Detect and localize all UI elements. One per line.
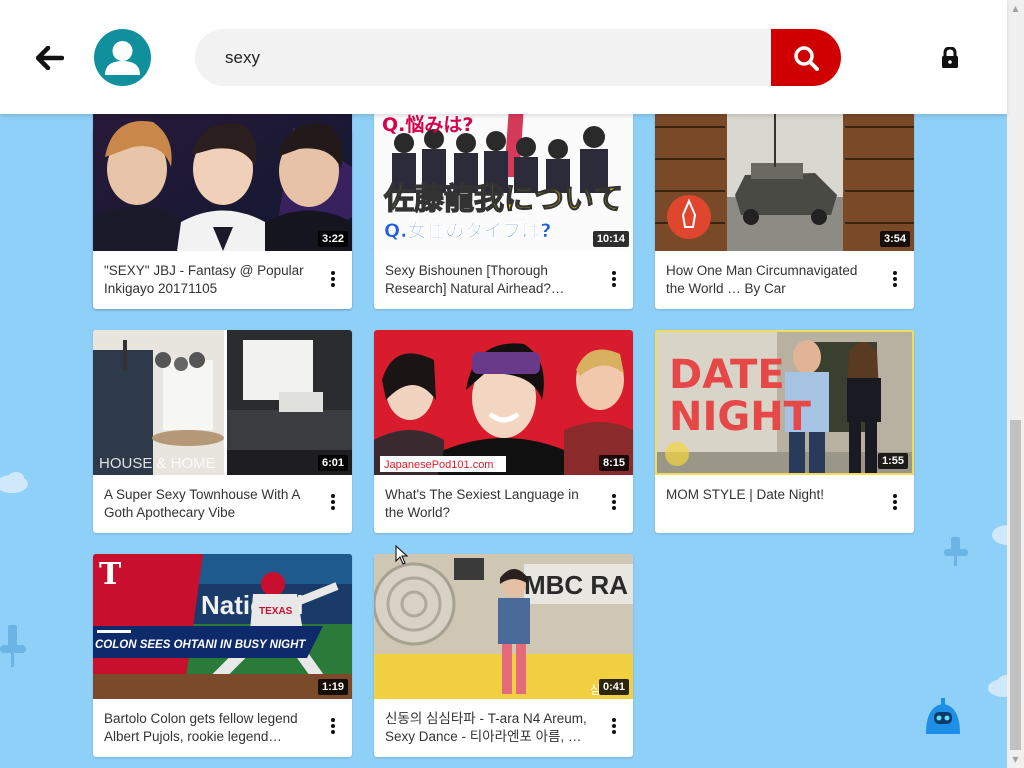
video-card[interactable]: HOUSE & HOME 6:01 A Super Sexy Townhouse…: [93, 330, 352, 533]
video-duration: 6:01: [317, 455, 348, 471]
video-thumbnail[interactable]: National T TEXAS COLON SEES OHTANI IN BU…: [93, 554, 352, 699]
top-bar: [0, 0, 1007, 114]
more-options-button[interactable]: [606, 714, 622, 738]
video-title[interactable]: How One Man Circumnavigated the World … …: [666, 262, 876, 298]
video-title[interactable]: Sexy Bishounen [Thorough Research] Natur…: [385, 262, 595, 298]
video-card[interactable]: 3:22 "SEXY" JBJ - Fantasy @ Popular Inki…: [93, 87, 352, 309]
more-vertical-icon: [893, 494, 897, 510]
thumbnail-text: 佐藤龍我について: [383, 182, 623, 217]
video-card[interactable]: JapanesePod101.com 8:15 What's The Sexie…: [374, 330, 633, 533]
search-button[interactable]: [771, 29, 841, 86]
video-title[interactable]: 신동의 심심타파 - T-ara N4 Areum, Sexy Dance - …: [385, 710, 595, 746]
pin-decoration-right: [944, 537, 970, 572]
scrollbar-thumb[interactable]: [1010, 420, 1021, 750]
video-thumbnail[interactable]: JapanesePod101.com 8:15: [374, 330, 633, 475]
video-card[interactable]: National T TEXAS COLON SEES OHTANI IN BU…: [93, 554, 352, 757]
more-vertical-icon: [612, 718, 616, 734]
more-vertical-icon: [331, 271, 335, 287]
video-thumbnail[interactable]: HOUSE & HOME 6:01: [93, 330, 352, 475]
more-vertical-icon: [331, 718, 335, 734]
thumbnail-text: Q.悩みは?: [382, 113, 473, 136]
pin-decoration-left: [0, 625, 30, 675]
mouse-pointer-icon: [395, 544, 409, 570]
thumbnail-text: T: [99, 557, 122, 592]
thumbnail-text: COLON SEES OHTANI IN BUSY NIGHT: [95, 639, 306, 651]
search-box: [195, 29, 772, 86]
more-vertical-icon: [893, 271, 897, 287]
lock-button[interactable]: [937, 45, 963, 71]
thumbnail-text: MBC RA: [524, 570, 628, 600]
video-thumbnail[interactable]: DATE NIGHT 1:55: [655, 330, 914, 475]
cloud-decoration-right-bottom: [984, 670, 1020, 705]
video-thumbnail[interactable]: MBC RA 심 0:41: [374, 554, 633, 699]
thumbnail-text: TEXAS: [259, 606, 293, 617]
video-title[interactable]: A Super Sexy Townhouse With A Goth Apoth…: [104, 486, 314, 522]
thumbnail-text: JapanesePod101.com: [384, 459, 493, 471]
thumbnail-text: DATE: [669, 352, 785, 398]
video-title[interactable]: Bartolo Colon gets fellow legend Albert …: [104, 710, 314, 746]
more-vertical-icon: [331, 494, 335, 510]
more-options-button[interactable]: [325, 714, 341, 738]
robot-mascot-icon[interactable]: [922, 698, 964, 745]
video-card[interactable]: 3:54 How One Man Circumnavigated the Wor…: [655, 87, 914, 309]
avatar[interactable]: [94, 29, 151, 86]
video-card[interactable]: DATE NIGHT 1:55 MOM STYLE | Date Night!: [655, 330, 914, 533]
scrollbar[interactable]: ▲ ▼: [1007, 0, 1024, 768]
more-options-button[interactable]: [887, 267, 903, 291]
more-options-button[interactable]: [606, 490, 622, 514]
back-button[interactable]: [30, 38, 70, 78]
scroll-up-arrow-icon[interactable]: ▲: [1007, 0, 1024, 17]
more-vertical-icon: [612, 271, 616, 287]
scroll-down-arrow-icon[interactable]: ▼: [1007, 751, 1024, 768]
search-input[interactable]: [225, 29, 745, 86]
thumbnail-text: Q.女性のタイプは?: [384, 219, 551, 242]
video-duration: 8:15: [598, 455, 629, 471]
video-duration: 1:55: [877, 453, 908, 469]
thumbnail-text: HOUSE & HOME: [99, 455, 216, 472]
cloud-decoration-right: [990, 520, 1024, 555]
thumbnail-text: NIGHT: [669, 394, 812, 440]
more-options-button[interactable]: [606, 267, 622, 291]
video-duration: 3:22: [317, 231, 348, 247]
arrow-left-icon: [36, 46, 64, 70]
more-vertical-icon: [612, 494, 616, 510]
video-duration: 10:14: [592, 231, 629, 247]
video-duration: 0:41: [598, 679, 629, 695]
search-icon: [794, 45, 819, 71]
video-title[interactable]: MOM STYLE | Date Night!: [666, 486, 876, 504]
video-title[interactable]: "SEXY" JBJ - Fantasy @ Popular Inkigayo …: [104, 262, 314, 298]
cloud-decoration-left: [0, 468, 30, 501]
video-title[interactable]: What's The Sexiest Language in the World…: [385, 486, 595, 522]
video-card[interactable]: Q.悩みは? 佐藤龍我について Q.女性のタイプは? 10:14 Sexy Bi…: [374, 87, 633, 309]
lock-icon: [942, 47, 958, 68]
video-duration: 1:19: [317, 679, 348, 695]
video-duration: 3:54: [879, 231, 910, 247]
user-icon: [105, 41, 140, 75]
more-options-button[interactable]: [887, 490, 903, 514]
more-options-button[interactable]: [325, 490, 341, 514]
video-card[interactable]: MBC RA 심 0:41 신동의 심심타파 - T-ara N4 Areum,…: [374, 554, 633, 757]
more-options-button[interactable]: [325, 267, 341, 291]
